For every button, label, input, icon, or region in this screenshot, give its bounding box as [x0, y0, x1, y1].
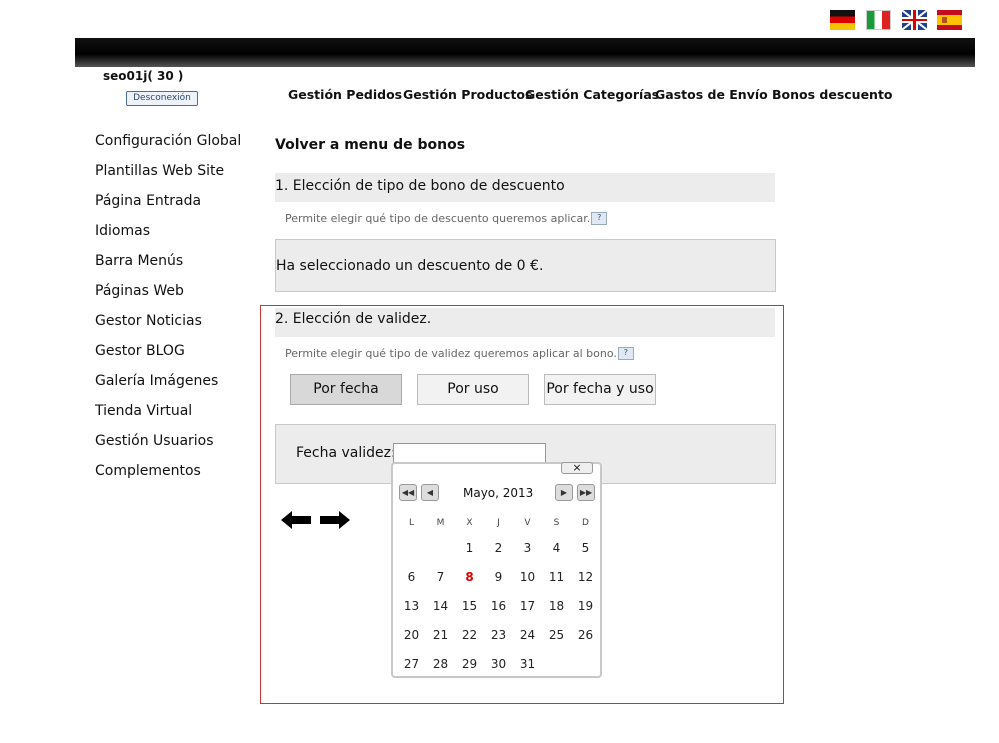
calendar-day[interactable]: 2 — [484, 541, 513, 555]
calendar-day[interactable]: 3 — [513, 541, 542, 555]
date-input[interactable] — [393, 443, 546, 464]
sidebar-item-plantillas-web-site[interactable]: Plantillas Web Site — [95, 163, 224, 179]
step1-hint-text: Permite elegir qué tipo de descuento que… — [285, 212, 591, 225]
date-picker: × ◀◀ ◀ Mayo, 2013 ▶ ▶▶ LMXJVSD1234567891… — [391, 462, 602, 678]
weekday-header: D — [582, 518, 589, 528]
calendar-day[interactable]: 16 — [484, 599, 513, 613]
calendar-day[interactable]: 12 — [571, 570, 600, 584]
calendar-day[interactable]: 30 — [484, 657, 513, 671]
selected-discount-text: Ha seleccionado un descuento de 0 €. — [276, 258, 544, 274]
help-icon[interactable]: ? — [617, 347, 634, 360]
calendar-day[interactable]: 5 — [571, 541, 600, 555]
weekday-header: X — [466, 518, 473, 528]
calendar-day[interactable]: 9 — [484, 570, 513, 584]
italian-flag-icon[interactable] — [866, 10, 891, 30]
sidebar-item-pagina-entrada[interactable]: Página Entrada — [95, 193, 201, 209]
prev-year-icon[interactable]: ◀◀ — [399, 484, 417, 501]
back-link[interactable]: Volver a menu de bonos — [275, 137, 465, 153]
arrow-right-icon[interactable] — [320, 510, 350, 530]
calendar-day[interactable]: 26 — [571, 628, 600, 642]
sidebar-item-complementos[interactable]: Complementos — [95, 463, 201, 479]
next-month-icon[interactable]: ▶ — [555, 484, 573, 501]
nav-gastos-envio[interactable]: Gastos de Envío — [655, 87, 768, 102]
step1-hint: Permite elegir qué tipo de descuento que… — [285, 212, 608, 225]
sidebar-item-gestor-noticias[interactable]: Gestor Noticias — [95, 313, 202, 329]
step2-hint: Permite elegir qué tipo de validez quere… — [285, 347, 634, 360]
weekday-header: S — [553, 518, 560, 528]
date-label: Fecha validez: — [296, 445, 396, 461]
calendar-day[interactable]: 27 — [397, 657, 426, 671]
calendar-day[interactable]: 7 — [426, 570, 455, 584]
sidebar-item-tienda-virtual[interactable]: Tienda Virtual — [95, 403, 192, 419]
close-icon[interactable]: × — [561, 462, 593, 474]
step2-title: 2. Elección de validez. — [275, 311, 432, 327]
prev-month-icon[interactable]: ◀ — [421, 484, 439, 501]
sidebar-item-barra-menus[interactable]: Barra Menús — [95, 253, 183, 269]
weekday-header: J — [497, 518, 500, 528]
calendar-day[interactable]: 17 — [513, 599, 542, 613]
calendar-day[interactable]: 8 — [455, 570, 484, 584]
by-use-button[interactable]: Por uso — [417, 374, 529, 405]
header-bar — [75, 38, 975, 67]
nav-bonos-descuento[interactable]: Bonos descuento — [772, 87, 893, 102]
sidebar-item-galeria-imagenes[interactable]: Galería Imágenes — [95, 373, 218, 389]
user-name: seo01j( 30 ) — [103, 69, 184, 83]
by-date-button[interactable]: Por fecha — [290, 374, 402, 405]
german-flag-icon[interactable] — [830, 10, 855, 30]
arrow-left-icon[interactable] — [281, 510, 311, 530]
sidebar-item-configuracion-global[interactable]: Configuración Global — [95, 133, 241, 149]
sidebar-item-paginas-web[interactable]: Páginas Web — [95, 283, 184, 299]
step1-title: 1. Elección de tipo de bono de descuento — [275, 178, 565, 194]
nav-gestion-pedidos[interactable]: Gestión Pedidos — [288, 87, 402, 102]
calendar-day[interactable]: 11 — [542, 570, 571, 584]
calendar-day[interactable]: 6 — [397, 570, 426, 584]
selected-discount-panel: Ha seleccionado un descuento de 0 €. — [275, 239, 776, 292]
weekday-header: M — [436, 518, 445, 528]
calendar-day[interactable]: 18 — [542, 599, 571, 613]
next-year-icon[interactable]: ▶▶ — [577, 484, 595, 501]
calendar-day[interactable]: 28 — [426, 657, 455, 671]
calendar-day[interactable]: 25 — [542, 628, 571, 642]
step2-hint-text: Permite elegir qué tipo de validez quere… — [285, 347, 617, 360]
spanish-flag-icon[interactable] — [937, 10, 962, 30]
by-date-and-use-button[interactable]: Por fecha y uso — [544, 374, 656, 405]
sidebar-item-idiomas[interactable]: Idiomas — [95, 223, 150, 239]
calendar-day[interactable]: 20 — [397, 628, 426, 642]
calendar-day[interactable]: 1 — [455, 541, 484, 555]
step1-header: 1. Elección de tipo de bono de descuento — [275, 173, 775, 202]
help-icon[interactable]: ? — [591, 212, 608, 225]
calendar-day[interactable]: 4 — [542, 541, 571, 555]
logout-button[interactable]: Desconexión — [126, 91, 198, 106]
calendar-day[interactable]: 23 — [484, 628, 513, 642]
nav-gestion-productos[interactable]: Gestión Productos — [403, 87, 532, 102]
calendar-day[interactable]: 13 — [397, 599, 426, 613]
english-flag-icon[interactable] — [902, 10, 927, 30]
month-title: Mayo, 2013 — [463, 486, 534, 500]
step2-header: 2. Elección de validez. — [275, 308, 775, 337]
calendar-day[interactable]: 19 — [571, 599, 600, 613]
calendar-day[interactable]: 22 — [455, 628, 484, 642]
calendar-day[interactable]: 14 — [426, 599, 455, 613]
nav-gestion-categorias[interactable]: Gestión Categorías — [525, 87, 659, 102]
sidebar-item-gestor-blog[interactable]: Gestor BLOG — [95, 343, 185, 359]
calendar-day[interactable]: 15 — [455, 599, 484, 613]
sidebar-item-gestion-usuarios[interactable]: Gestión Usuarios — [95, 433, 214, 449]
weekday-header: V — [524, 518, 531, 528]
calendar-day[interactable]: 10 — [513, 570, 542, 584]
calendar-day[interactable]: 24 — [513, 628, 542, 642]
calendar-day[interactable]: 29 — [455, 657, 484, 671]
calendar-day[interactable]: 31 — [513, 657, 542, 671]
calendar-day[interactable]: 21 — [426, 628, 455, 642]
weekday-header: L — [408, 518, 414, 528]
